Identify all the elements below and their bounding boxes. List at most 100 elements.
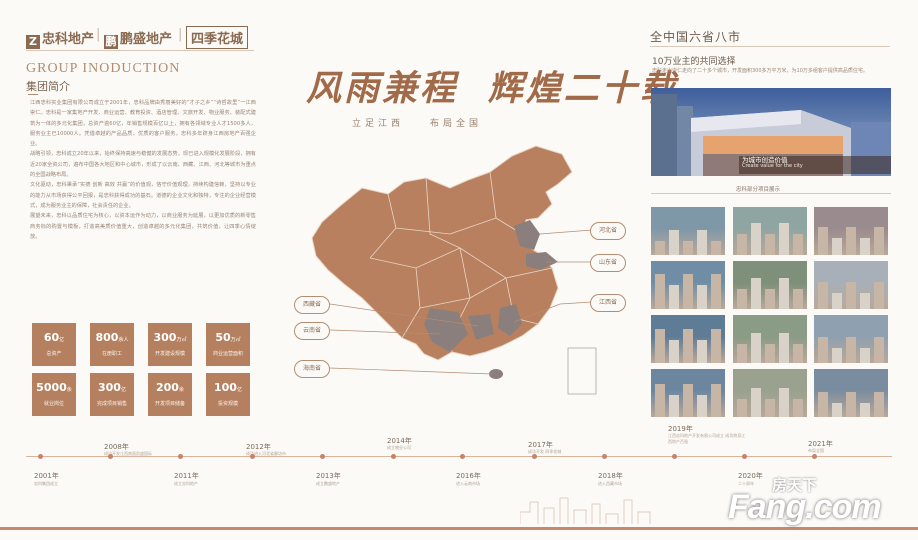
stat-number: 50 bbox=[215, 331, 231, 344]
intro-title-accent bbox=[28, 94, 38, 95]
watermark-text-bottom: Fang.com bbox=[728, 488, 882, 526]
building-shape bbox=[683, 384, 693, 417]
project-thumbnail bbox=[733, 207, 807, 255]
building-shape bbox=[711, 241, 721, 255]
stat-number: 300 bbox=[98, 381, 121, 394]
brochure-page: Z 忠科地产 | 鹏鹏盛地产 | 四季花城 GROUP INODUCTION 集团… bbox=[0, 0, 918, 540]
building-shape bbox=[779, 278, 789, 309]
intro-paragraph: 展望未来，忠科以品质住宅为核心，以资本运作为动力，以商业服务为延展，以更加优质的… bbox=[30, 213, 256, 240]
stat-unit: 万㎡ bbox=[176, 337, 187, 343]
building-shape bbox=[818, 392, 828, 417]
building-shape bbox=[683, 241, 693, 255]
building-shape bbox=[860, 238, 870, 255]
building-shape bbox=[818, 227, 828, 255]
stat-label: 在册职工 bbox=[101, 351, 122, 357]
building-shape bbox=[832, 403, 842, 417]
timeline-desc: 布局全国 bbox=[808, 448, 824, 453]
building-shape bbox=[655, 329, 665, 363]
building-shape bbox=[832, 293, 842, 309]
project-thumbnail bbox=[814, 369, 888, 417]
stat-label: 投资规模 bbox=[217, 401, 238, 407]
logo-divider: | bbox=[96, 27, 101, 42]
building-shape bbox=[793, 344, 803, 363]
building-shape bbox=[655, 384, 665, 417]
building-shape bbox=[669, 285, 679, 309]
stat-number: 200 bbox=[156, 381, 179, 394]
intro-title-en: GROUP INODUCTION bbox=[26, 61, 181, 76]
building-shape bbox=[793, 289, 803, 309]
slogan-part-1: 风雨兼程 bbox=[306, 69, 459, 108]
stat-label: 商业运营面积 bbox=[212, 351, 243, 357]
callout-yunnan: 云南省 bbox=[294, 322, 330, 340]
skyline-decoration bbox=[520, 497, 651, 524]
building-shape bbox=[860, 403, 870, 417]
building-shape bbox=[779, 388, 789, 417]
building-shape bbox=[860, 348, 870, 363]
callout-shandong: 山东省 bbox=[590, 254, 626, 272]
map-inset-frame bbox=[567, 347, 597, 395]
project-buildings bbox=[737, 388, 803, 417]
stat-label: 开发项目储备 bbox=[154, 401, 185, 407]
right-subtitle: 10万业主的共同选择 bbox=[652, 57, 736, 67]
building-shape bbox=[655, 241, 665, 255]
building-shape bbox=[669, 230, 679, 255]
zhongke-logo-icon: Z bbox=[26, 35, 40, 49]
right-title: 全中国六省八市 bbox=[650, 30, 742, 44]
building-shape bbox=[711, 274, 721, 309]
photo-caption-en: Create value for the city bbox=[742, 163, 803, 169]
slogan-part-2: 辉煌二十载 bbox=[487, 69, 678, 108]
project-buildings bbox=[655, 230, 721, 255]
intro-paragraph: 文化驱动，忠科秉承“实德 创新 高效 共赢”的价值观，恪守价值观理，持续构建信赖… bbox=[30, 182, 256, 209]
header-rule bbox=[26, 50, 254, 51]
timeline-dot bbox=[38, 454, 43, 459]
timeline-dot bbox=[602, 454, 607, 459]
timeline-dot bbox=[532, 454, 537, 459]
gallery-caption: 忠科部分项目展示 bbox=[736, 187, 781, 193]
project-thumbnail bbox=[651, 207, 725, 255]
stat-number: 60 bbox=[43, 331, 60, 344]
project-thumbnail bbox=[814, 315, 888, 363]
stat-number: 100 bbox=[214, 381, 237, 394]
building-shape bbox=[846, 282, 856, 309]
building-shape bbox=[711, 384, 721, 417]
timeline-year: 2011年 bbox=[174, 472, 199, 480]
building-shape bbox=[751, 278, 761, 309]
building-shape bbox=[751, 388, 761, 417]
logo-pengsheng-text: 鹏盛地产 bbox=[120, 32, 173, 47]
stat-box: 300万㎡ 开发建设规模 bbox=[148, 323, 192, 366]
callout-hainan: 海南省 bbox=[294, 360, 330, 378]
building-shape bbox=[765, 289, 775, 309]
timeline-dot bbox=[320, 454, 325, 459]
pengsheng-logo-icon: 鹏 bbox=[104, 35, 118, 49]
stat-box: 800余人 在册职工 bbox=[90, 323, 134, 366]
stat-label: 就业岗位 bbox=[43, 401, 64, 407]
project-buildings bbox=[737, 223, 803, 255]
building-shape bbox=[793, 234, 803, 255]
stat-unit: 余 bbox=[178, 387, 184, 393]
building-shape bbox=[874, 227, 884, 255]
callout-hebei: 河北省 bbox=[590, 222, 626, 240]
building-shape bbox=[737, 399, 747, 417]
building-shape bbox=[697, 395, 707, 417]
stat-box: 50万㎡ 商业运营面积 bbox=[206, 323, 250, 366]
logo-zhongke: Z 忠科地产 bbox=[26, 28, 94, 49]
timeline-dot bbox=[742, 454, 747, 459]
fang-watermark: 房天下 Fang.com bbox=[728, 470, 908, 530]
stat-label: 总资产 bbox=[46, 351, 62, 357]
logo-pengsheng: 鹏鹏盛地产 bbox=[104, 28, 172, 49]
intro-paragraph: 江西忠科实业集团有限公司成立于2001年，忠科品牌由秀丽美好的“才子之乡”“诗哲… bbox=[30, 100, 256, 148]
building-shape bbox=[860, 293, 870, 309]
right-description: 忠科走出崇仁走向了二十多个城市，开发面积300多万平方米，为10万多组客户提供高… bbox=[652, 68, 868, 74]
project-buildings bbox=[655, 274, 721, 309]
project-thumbnail bbox=[651, 261, 725, 309]
timeline-desc: 江西忠科地产开发有限公司成立 成功跻身江西地产百强 bbox=[668, 433, 746, 444]
stat-box: 200余 开发项目储备 bbox=[148, 373, 192, 416]
building-shape bbox=[779, 333, 789, 363]
timeline-dot bbox=[391, 454, 396, 459]
project-buildings bbox=[818, 227, 884, 255]
project-thumbnail bbox=[814, 207, 888, 255]
intro-title-cn: 集团简介 bbox=[26, 80, 70, 93]
stat-unit: 余 bbox=[66, 387, 72, 393]
building-shape bbox=[765, 344, 775, 363]
building-shape bbox=[765, 399, 775, 417]
